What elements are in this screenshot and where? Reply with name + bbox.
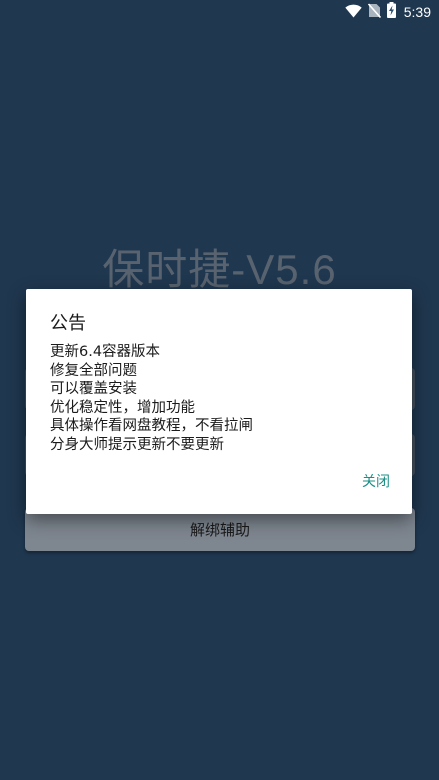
unbind-button-label: 解绑辅助 [189,521,250,539]
dialog-line: 更新6.4容器版本 [50,344,161,360]
no-sim-icon [367,2,381,22]
dialog-line: 分身大师提示更新不要更新 [50,436,224,453]
wifi-icon [345,3,362,22]
close-button[interactable]: 关闭 [362,471,390,491]
dialog-line: 具体操作看网盘教程，不看拉闸 [50,418,253,434]
status-time: 5:39 [403,4,431,20]
dialog-line: 优化稳定性，增加功能 [50,399,195,416]
unbind-button[interactable]: 解绑辅助 [25,508,415,551]
battery-charging-icon [386,2,396,22]
dialog-line: 可以覆盖安装 [50,381,137,397]
dialog-message: 更新6.4容器版本 修复全部问题 可以覆盖安装 优化稳定性，增加功能 具体操作看… [50,343,253,454]
status-bar: 5:39 [0,0,439,24]
app-screen: 保时捷-V5.6 解绑辅助 5:39 公告 更新6.4容器版本 修复全部问题 可… [0,0,439,780]
announcement-dialog: 公告 更新6.4容器版本 修复全部问题 可以覆盖安装 优化稳定性，增加功能 具体… [26,289,412,514]
dialog-line: 修复全部问题 [50,362,137,379]
dialog-title: 公告 [50,313,86,334]
